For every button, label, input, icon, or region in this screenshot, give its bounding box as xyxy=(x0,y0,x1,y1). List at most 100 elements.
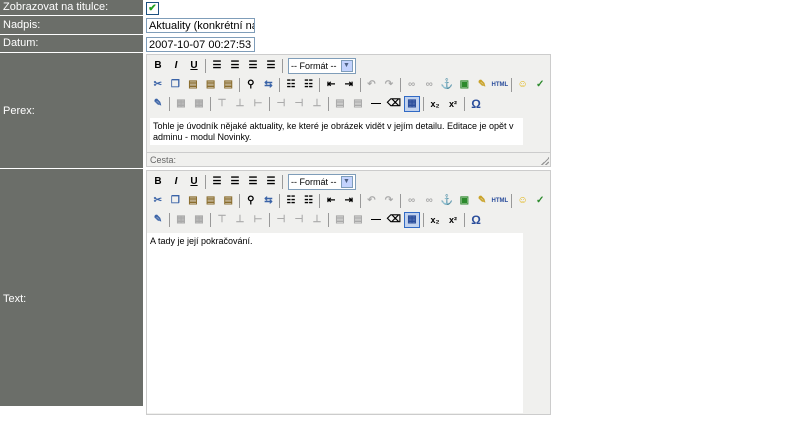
spellcheck-icon[interactable]: ✓ xyxy=(532,77,548,93)
row-before-icon[interactable]: ⊤ xyxy=(214,96,230,112)
visual-aid-icon[interactable]: ▦ xyxy=(404,95,420,112)
table-props-icon[interactable]: ▦ xyxy=(191,212,207,228)
special-char-button[interactable]: Ω xyxy=(468,96,484,112)
image-icon[interactable]: ▣ xyxy=(457,77,473,93)
link-icon[interactable]: ∞ xyxy=(404,77,420,93)
date-input[interactable]: 2007-10-07 00:27:53 xyxy=(146,37,255,52)
anchor-icon[interactable]: ⚓ xyxy=(439,193,455,209)
edit-attributes-icon[interactable]: ✎ xyxy=(150,96,166,112)
redo-icon[interactable]: ↷ xyxy=(381,77,397,93)
numbered-list-icon[interactable]: ☷ xyxy=(301,77,317,93)
cleanup-icon[interactable]: ✎ xyxy=(474,77,490,93)
resize-grip-icon[interactable] xyxy=(541,157,549,165)
special-char-button[interactable]: Ω xyxy=(468,212,484,228)
underline-button[interactable]: U xyxy=(186,58,202,74)
row-before-icon[interactable]: ⊤ xyxy=(214,212,230,228)
paste-text-icon[interactable]: ▤ xyxy=(203,77,219,93)
subscript-button[interactable]: x₂ xyxy=(427,212,443,228)
row-after-icon[interactable]: ⊥ xyxy=(232,212,248,228)
split-cells-icon[interactable]: ▤ xyxy=(350,96,366,112)
superscript-button[interactable]: x² xyxy=(445,212,461,228)
superscript-button[interactable]: x² xyxy=(445,96,461,112)
numbered-list-icon[interactable]: ☷ xyxy=(301,193,317,209)
delete-row-icon[interactable]: ⊢ xyxy=(250,212,266,228)
replace-icon[interactable]: ⇆ xyxy=(261,77,277,93)
paste-word-icon[interactable]: ▤ xyxy=(220,193,236,209)
remove-format-icon[interactable]: ⌫ xyxy=(386,96,402,112)
delete-row-icon[interactable]: ⊢ xyxy=(250,96,266,112)
table-icon[interactable]: ▦ xyxy=(173,212,189,228)
col-after-icon[interactable]: ⊣ xyxy=(291,96,307,112)
separator xyxy=(169,96,170,111)
remove-format-icon[interactable]: ⌫ xyxy=(386,212,402,228)
emoticon-icon[interactable]: ☺ xyxy=(515,77,531,93)
bold-button[interactable]: B xyxy=(150,58,166,74)
table-icon[interactable]: ▦ xyxy=(173,96,189,112)
italic-button[interactable]: I xyxy=(168,58,184,74)
paste-icon[interactable]: ▤ xyxy=(185,77,201,93)
col-before-icon[interactable]: ⊣ xyxy=(273,212,289,228)
merge-cells-icon[interactable]: ▤ xyxy=(332,212,348,228)
unlink-icon[interactable]: ∞ xyxy=(421,193,437,209)
align-right-icon[interactable]: ☰ xyxy=(245,174,261,190)
indent-icon[interactable]: ⇥ xyxy=(341,77,357,93)
bullet-list-icon[interactable]: ☷ xyxy=(283,77,299,93)
paste-text-icon[interactable]: ▤ xyxy=(203,193,219,209)
find-icon[interactable]: ⚲ xyxy=(243,193,259,209)
cleanup-icon[interactable]: ✎ xyxy=(474,193,490,209)
undo-icon[interactable]: ↶ xyxy=(364,193,380,209)
spellcheck-icon[interactable]: ✓ xyxy=(532,193,548,209)
horizontal-rule-icon[interactable]: — xyxy=(368,212,384,228)
redo-icon[interactable]: ↷ xyxy=(381,193,397,209)
paste-word-icon[interactable]: ▤ xyxy=(220,77,236,93)
indent-icon[interactable]: ⇥ xyxy=(341,193,357,209)
align-justify-icon[interactable]: ☰ xyxy=(263,58,279,74)
row-after-icon[interactable]: ⊥ xyxy=(232,96,248,112)
align-left-icon[interactable]: ☰ xyxy=(209,58,225,74)
underline-button[interactable]: U xyxy=(186,174,202,190)
html-source-button[interactable]: HTML xyxy=(491,193,508,209)
align-center-icon[interactable]: ☰ xyxy=(227,174,243,190)
show-on-title-checkbox[interactable]: ✔ xyxy=(146,2,159,15)
col-after-icon[interactable]: ⊣ xyxy=(291,212,307,228)
italic-button[interactable]: I xyxy=(168,174,184,190)
html-source-button[interactable]: HTML xyxy=(491,77,508,93)
perex-content-area[interactable]: Tohle je úvodník nějaké aktuality, ke kt… xyxy=(150,118,523,145)
bold-button[interactable]: B xyxy=(150,174,166,190)
title-input[interactable]: Aktuality (konkrétní nadp xyxy=(146,18,255,33)
format-select[interactable]: -- Formát -- ▼ xyxy=(288,173,356,190)
delete-col-icon[interactable]: ⊥ xyxy=(309,96,325,112)
replace-icon[interactable]: ⇆ xyxy=(261,193,277,209)
paste-icon[interactable]: ▤ xyxy=(185,193,201,209)
cut-icon[interactable]: ✂ xyxy=(150,193,166,209)
visual-aid-icon[interactable]: ▦ xyxy=(404,211,420,228)
align-left-icon[interactable]: ☰ xyxy=(209,174,225,190)
subscript-button[interactable]: x₂ xyxy=(427,96,443,112)
bullet-list-icon[interactable]: ☷ xyxy=(283,193,299,209)
emoticon-icon[interactable]: ☺ xyxy=(515,193,531,209)
table-props-icon[interactable]: ▦ xyxy=(191,96,207,112)
merge-cells-icon[interactable]: ▤ xyxy=(332,96,348,112)
cut-icon[interactable]: ✂ xyxy=(150,77,166,93)
link-icon[interactable]: ∞ xyxy=(404,193,420,209)
anchor-icon[interactable]: ⚓ xyxy=(439,77,455,93)
align-center-icon[interactable]: ☰ xyxy=(227,58,243,74)
delete-col-icon[interactable]: ⊥ xyxy=(309,212,325,228)
text-content-area[interactable]: A tady je její pokračování. xyxy=(147,233,523,413)
copy-icon[interactable]: ❐ xyxy=(168,77,184,93)
unlink-icon[interactable]: ∞ xyxy=(421,77,437,93)
outdent-icon[interactable]: ⇤ xyxy=(323,193,339,209)
undo-icon[interactable]: ↶ xyxy=(364,77,380,93)
align-justify-icon[interactable]: ☰ xyxy=(263,174,279,190)
format-select[interactable]: -- Formát -- ▼ xyxy=(288,57,356,74)
align-right-icon[interactable]: ☰ xyxy=(245,58,261,74)
find-icon[interactable]: ⚲ xyxy=(243,77,259,93)
horizontal-rule-icon[interactable]: — xyxy=(368,96,384,112)
outdent-icon[interactable]: ⇤ xyxy=(323,77,339,93)
separator xyxy=(423,212,424,227)
copy-icon[interactable]: ❐ xyxy=(168,193,184,209)
split-cells-icon[interactable]: ▤ xyxy=(350,212,366,228)
col-before-icon[interactable]: ⊣ xyxy=(273,96,289,112)
edit-attributes-icon[interactable]: ✎ xyxy=(150,212,166,228)
image-icon[interactable]: ▣ xyxy=(457,193,473,209)
